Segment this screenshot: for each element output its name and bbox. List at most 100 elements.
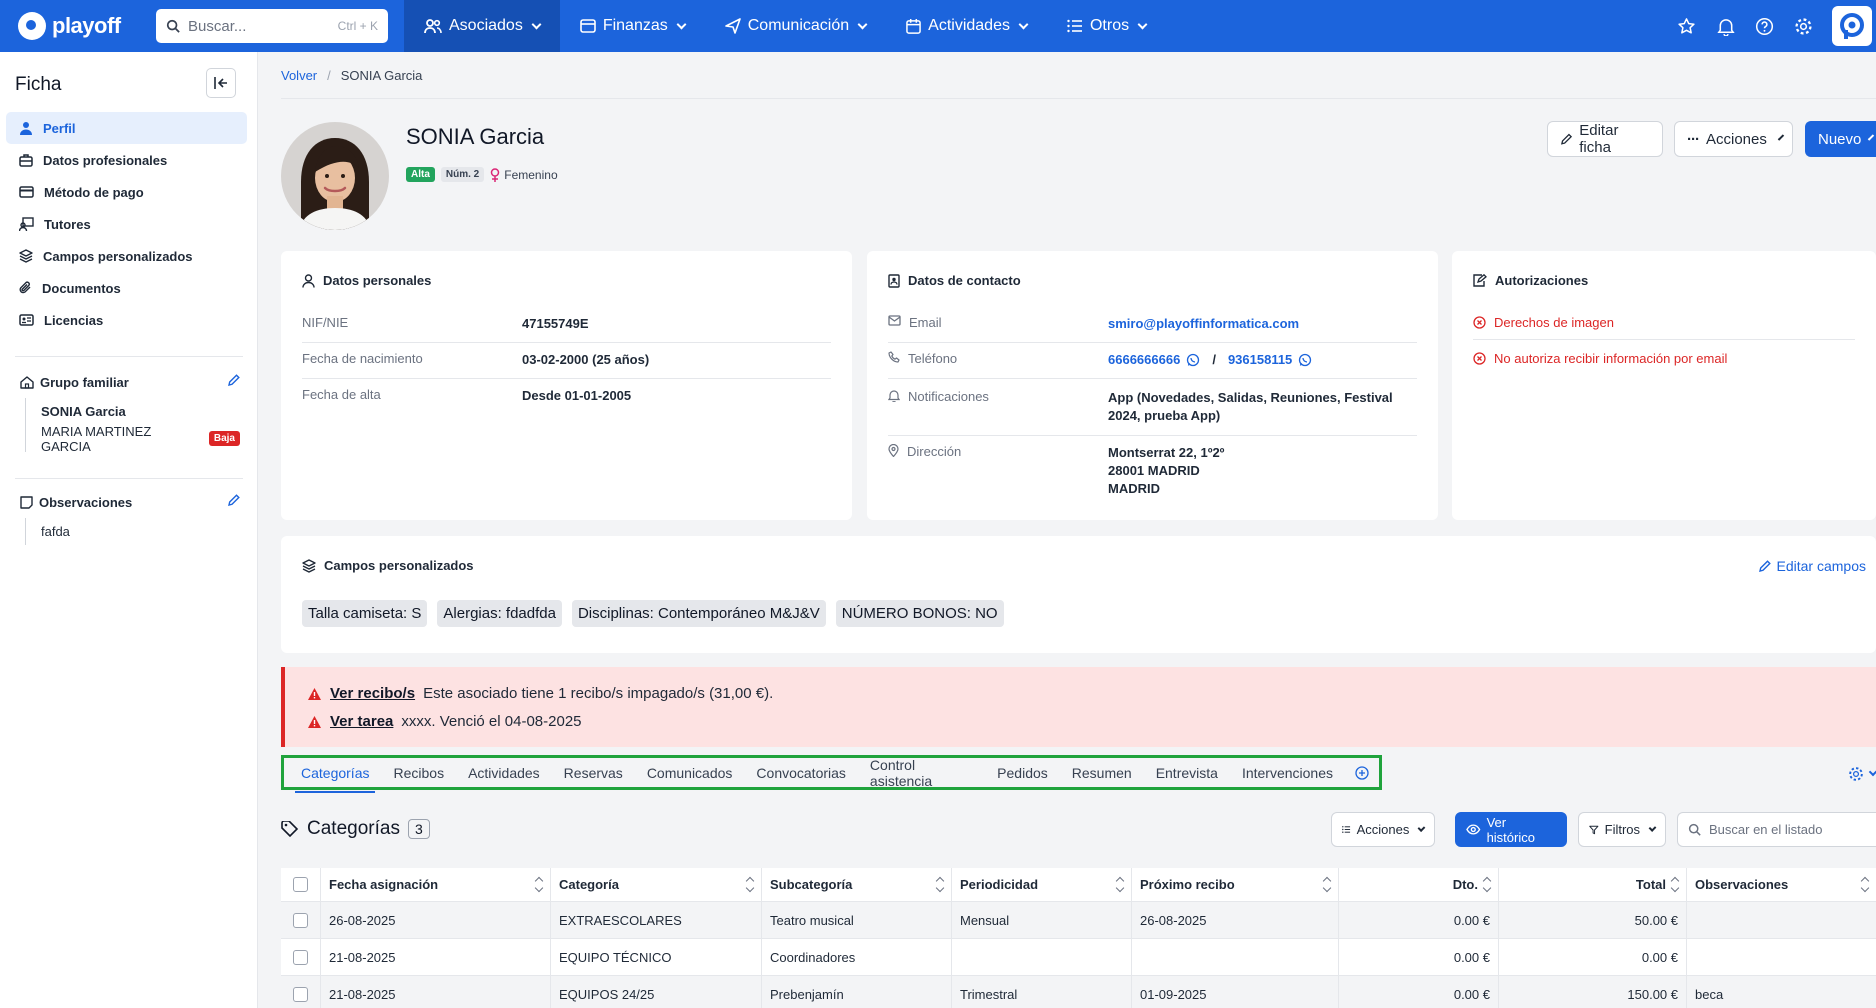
column-header[interactable]: Categoría [551, 868, 762, 901]
filter-icon [1589, 825, 1599, 834]
tab-entrevista[interactable]: Entrevista [1144, 758, 1230, 787]
nav-asociados[interactable]: Asociados [404, 0, 560, 52]
tab-recibos[interactable]: Recibos [381, 758, 456, 787]
help-icon[interactable] [1754, 16, 1775, 37]
gear-icon[interactable] [1793, 16, 1814, 37]
nav-right-tools [1676, 0, 1876, 52]
edit-profile-button[interactable]: Editar ficha [1547, 121, 1663, 157]
app-switcher-button[interactable] [1832, 6, 1872, 46]
family-group-section: Grupo familiar SONIA Garcia MARIA MARTIN… [20, 372, 240, 454]
phone-link[interactable]: 936158115 [1228, 351, 1292, 369]
column-header[interactable]: Observaciones [1687, 868, 1876, 901]
column-header[interactable]: Total [1499, 868, 1687, 901]
collapse-sidebar-button[interactable] [206, 68, 236, 98]
sidebar-item-tutores[interactable]: Tutores [6, 208, 247, 240]
column-header[interactable]: Dto. [1339, 868, 1499, 901]
phone-link[interactable]: 6666666666 [1108, 351, 1180, 369]
tab-reservas[interactable]: Reservas [552, 758, 635, 787]
sidebar-item-label: Tutores [44, 216, 91, 232]
field-value: Desde 01-01-2005 [522, 388, 632, 403]
row-checkbox[interactable] [293, 912, 308, 928]
button-label: Ver histórico [1486, 814, 1535, 845]
sidebar-item-licencias[interactable]: Licencias [6, 304, 247, 336]
authorization-text: No autoriza recibir información por emai… [1494, 351, 1728, 366]
whatsapp-icon[interactable] [1186, 353, 1200, 367]
select-all-checkbox[interactable] [293, 877, 308, 892]
email-link[interactable]: smiro@playoffinformatica.com [1108, 315, 1299, 333]
global-search-input[interactable]: Buscar... Ctrl + K [156, 9, 388, 43]
user-outline-icon [302, 273, 315, 288]
family-member[interactable]: MARIA MARTINEZ GARCIA Baja [41, 424, 240, 454]
nav-finanzas[interactable]: Finanzas [560, 0, 705, 52]
star-icon[interactable] [1676, 16, 1697, 37]
family-member[interactable]: SONIA Garcia [41, 398, 240, 425]
table-cell [952, 939, 1132, 975]
send-icon [724, 18, 741, 34]
sidebar-item-metodo-pago[interactable]: Método de pago [6, 176, 247, 208]
column-header[interactable]: Subcategoría [762, 868, 952, 901]
tab-categorias[interactable]: Categorías [289, 758, 381, 793]
breadcrumb-back-link[interactable]: Volver [281, 68, 317, 83]
tab-intervenciones[interactable]: Intervenciones [1230, 758, 1345, 787]
row-checkbox[interactable] [293, 986, 308, 1002]
list-icon [1342, 826, 1351, 833]
edit-family-button[interactable] [227, 374, 240, 390]
sidebar-item-documentos[interactable]: Documentos [6, 272, 247, 304]
table-row[interactable]: 21-08-2025 EQUIPO TÉCNICO Coordinadores … [281, 939, 1876, 976]
sidebar-item-campos-personalizados[interactable]: Campos personalizados [6, 240, 247, 272]
profile-tags: Alta Núm. 2 Femenino [406, 167, 558, 182]
add-tab-button[interactable] [1345, 765, 1379, 780]
brand-logo[interactable]: playoff [18, 12, 138, 40]
tab-convocatorias[interactable]: Convocatorias [744, 758, 858, 787]
view-receipts-link[interactable]: Ver recibo/s [330, 685, 415, 702]
column-header[interactable]: Periodicidad [952, 868, 1132, 901]
tabs-settings-button[interactable] [1848, 766, 1876, 782]
edit-notes-button[interactable] [227, 494, 240, 510]
nav-comunicacion[interactable]: Comunicación [705, 0, 886, 52]
avatar[interactable] [281, 122, 389, 230]
table-cell: Coordinadores [762, 939, 952, 975]
sidebar-item-datos-profesionales[interactable]: Datos profesionales [6, 144, 247, 176]
table-row[interactable]: 26-08-2025 EXTRAESCOLARES Teatro musical… [281, 902, 1876, 939]
nav-actividades[interactable]: Actividades [886, 0, 1047, 52]
sort-icon [1322, 876, 1332, 893]
tab-actividades[interactable]: Actividades [456, 758, 552, 787]
bell-icon[interactable] [1715, 16, 1736, 37]
table-row[interactable]: 21-08-2025 EQUIPOS 24/25 Prebenjamín Tri… [281, 976, 1876, 1008]
column-header[interactable]: Fecha asignación [321, 868, 551, 901]
address-value: Montserrat 22, 1º2º 28001 MADRID MADRID [1108, 444, 1224, 498]
whatsapp-icon[interactable] [1298, 353, 1312, 367]
contact-row-email: Email smiro@playoffinformatica.com [888, 315, 1417, 343]
table-cell: EQUIPOS 24/25 [551, 976, 762, 1008]
nav-otros[interactable]: Otros [1047, 0, 1166, 52]
phone-icon [888, 351, 900, 363]
breadcrumb-current: SONIA Garcia [340, 68, 423, 83]
tab-comunicados[interactable]: Comunicados [635, 758, 745, 787]
actions-dropdown-button[interactable]: ··· Acciones [1674, 121, 1793, 157]
alert-row-receipt: Ver recibo/s Este asociado tiene 1 recib… [307, 685, 773, 702]
row-checkbox[interactable] [293, 949, 308, 965]
edit-fields-link[interactable]: Editar campos [1758, 558, 1866, 574]
view-task-link[interactable]: Ver tarea [330, 713, 393, 730]
new-button[interactable]: Nuevo [1805, 121, 1876, 157]
alert-row-task: Ver tarea xxxx. Venció el 04-08-2025 [307, 713, 582, 730]
table-search-input[interactable]: Buscar en el listado [1677, 812, 1876, 847]
sidebar-item-label: Campos personalizados [43, 248, 193, 264]
column-header-label: Dto. [1452, 877, 1478, 892]
tab-resumen[interactable]: Resumen [1060, 758, 1144, 787]
table-actions-button[interactable]: Acciones [1331, 812, 1435, 847]
column-header-label: Fecha asignación [329, 877, 439, 892]
female-icon [491, 167, 500, 182]
sidebar-item-perfil[interactable]: Perfil [6, 112, 247, 144]
filters-button[interactable]: Filtros [1578, 812, 1666, 847]
table-cell: 21-08-2025 [321, 976, 551, 1008]
tab-pedidos[interactable]: Pedidos [985, 758, 1060, 787]
sidebar-item-label: Datos profesionales [43, 152, 168, 168]
tab-control-asistencia[interactable]: Control asistencia [858, 757, 985, 789]
wallet-icon [580, 19, 596, 33]
collapse-left-icon [214, 77, 227, 89]
view-history-button[interactable]: Ver histórico [1455, 812, 1567, 847]
column-header-label: Categoría [559, 877, 619, 892]
column-header[interactable]: Próximo recibo [1132, 868, 1339, 901]
sidebar-divider [15, 356, 243, 357]
